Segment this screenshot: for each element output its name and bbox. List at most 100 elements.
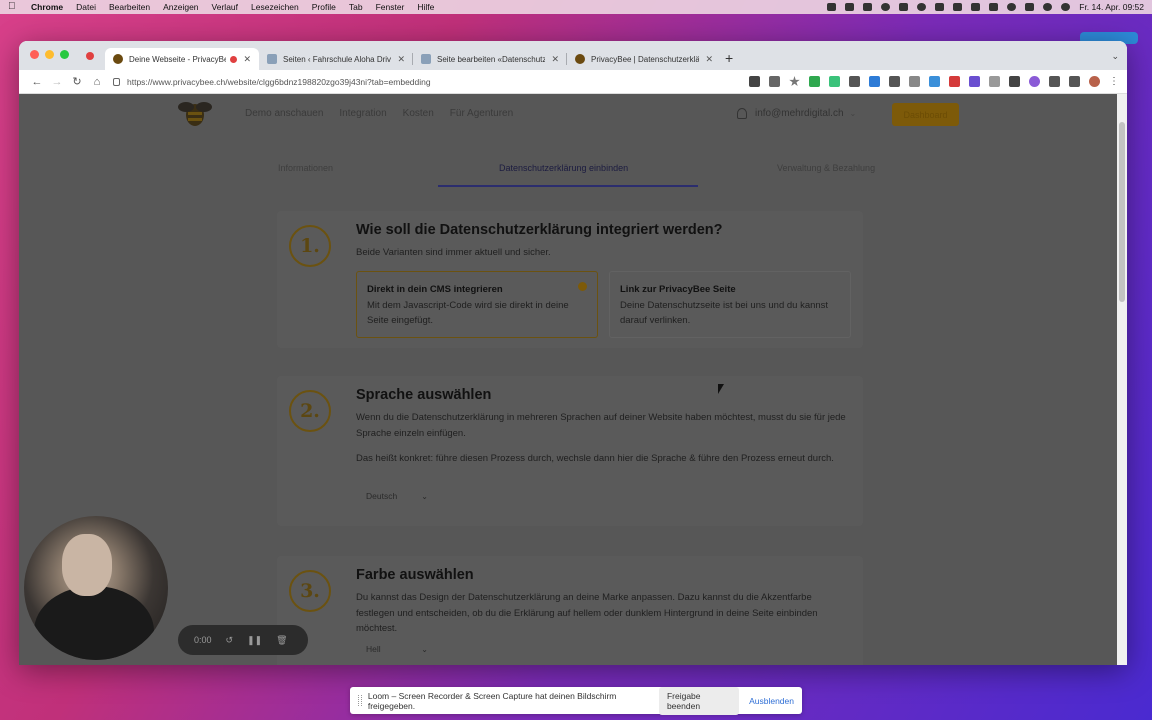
new-tab-button[interactable]: + bbox=[725, 50, 733, 66]
language-select[interactable]: Deutsch ⌄ bbox=[356, 486, 436, 506]
dark-extension-icon[interactable] bbox=[1009, 76, 1020, 87]
hide-banner-button[interactable]: Ausblenden bbox=[749, 696, 794, 706]
tab-seite-bearbeiten[interactable]: Seite bearbeiten «Datenschutzerk ✕ bbox=[413, 48, 567, 70]
close-tab-icon[interactable]: ✕ bbox=[397, 54, 405, 65]
drive-extension-icon[interactable] bbox=[809, 76, 820, 87]
tab-privacybee-datenschutz[interactable]: PrivacyBee | Datenschutzerklärung ✕ bbox=[567, 48, 721, 70]
active-tab-indicator bbox=[438, 185, 698, 187]
share-icon[interactable] bbox=[769, 76, 780, 87]
mouse-cursor-icon bbox=[718, 384, 724, 394]
siri-icon[interactable] bbox=[1061, 3, 1071, 11]
tab-search-chevron-icon[interactable]: ⌄ bbox=[1111, 51, 1119, 62]
back-button[interactable]: ← bbox=[27, 76, 47, 88]
url-text[interactable]: https://www.privacybee.ch/website/clgg6b… bbox=[127, 77, 431, 87]
menu-hilfe[interactable]: Hilfe bbox=[417, 2, 434, 12]
status-icons: Fr. 14. Apr. 09:52 bbox=[827, 2, 1144, 12]
ruler-extension-icon[interactable] bbox=[889, 76, 900, 87]
control-center-icon[interactable] bbox=[1025, 3, 1035, 11]
drag-handle-icon[interactable] bbox=[358, 695, 362, 706]
camera-extension-icon[interactable] bbox=[749, 76, 760, 87]
pause-icon[interactable]: ❚❚ bbox=[247, 635, 262, 646]
step-number-badge: 1. bbox=[289, 225, 331, 267]
close-tab-icon[interactable]: ✕ bbox=[705, 54, 713, 65]
location-icon[interactable] bbox=[899, 3, 909, 11]
apple-icon[interactable]:  bbox=[8, 2, 17, 12]
chevron-down-icon: ⌄ bbox=[421, 491, 428, 501]
microphone-icon[interactable] bbox=[827, 3, 837, 11]
bluetooth-icon[interactable] bbox=[971, 3, 981, 11]
menu-fenster[interactable]: Fenster bbox=[376, 2, 405, 12]
user-menu[interactable]: info@mehrdigital.ch ⌄ bbox=[737, 108, 856, 119]
menu-app-name[interactable]: Chrome bbox=[31, 2, 63, 12]
volume-icon[interactable] bbox=[953, 3, 963, 11]
sidebar-icon[interactable] bbox=[1069, 76, 1080, 87]
puzzle-extensions-icon[interactable] bbox=[1049, 76, 1060, 87]
image-extension-icon[interactable] bbox=[989, 76, 1000, 87]
display-icon[interactable] bbox=[935, 3, 945, 11]
search-icon[interactable] bbox=[1043, 3, 1053, 11]
bookmark-star-icon[interactable] bbox=[789, 76, 800, 87]
stop-sharing-button[interactable]: Freigabe beenden bbox=[658, 686, 740, 715]
gear-icon[interactable] bbox=[881, 3, 891, 11]
loom-webcam-bubble[interactable] bbox=[24, 516, 168, 660]
dashboard-button[interactable]: Dashboard bbox=[892, 103, 959, 126]
option-link[interactable]: Link zur PrivacyBee Seite Deine Datensch… bbox=[609, 271, 851, 338]
nav-agenturen[interactable]: Für Agenturen bbox=[450, 108, 513, 119]
purple-extension-icon[interactable] bbox=[969, 76, 980, 87]
profile-avatar[interactable] bbox=[1089, 76, 1100, 87]
nav-integration[interactable]: Integration bbox=[339, 108, 386, 119]
main-nav: Demo anschauen Integration Kosten Für Ag… bbox=[245, 108, 513, 119]
forward-button[interactable]: → bbox=[47, 76, 67, 88]
step-text: Du kannst das Design der Datenschutzerkl… bbox=[356, 592, 818, 634]
reload-button[interactable]: ↻ bbox=[67, 75, 87, 88]
download-extension-icon[interactable] bbox=[869, 76, 880, 87]
eyedropper-extension-icon[interactable] bbox=[849, 76, 860, 87]
loom-extension-icon[interactable] bbox=[1029, 76, 1040, 87]
privacybee-logo-icon[interactable] bbox=[177, 98, 213, 128]
blue-extension-icon[interactable] bbox=[929, 76, 940, 87]
home-button[interactable]: ⌂ bbox=[87, 76, 107, 88]
menu-tab[interactable]: Tab bbox=[349, 2, 363, 12]
menubar-datetime[interactable]: Fr. 14. Apr. 09:52 bbox=[1079, 2, 1144, 12]
camera-icon[interactable] bbox=[863, 3, 873, 11]
nav-kosten[interactable]: Kosten bbox=[403, 108, 434, 119]
trash-icon[interactable]: 🗑 bbox=[276, 635, 287, 646]
option-cms[interactable]: Direkt in dein CMS integrieren Mit dem J… bbox=[356, 271, 598, 338]
close-window-button[interactable] bbox=[30, 50, 39, 59]
scrollbar-thumb[interactable] bbox=[1119, 122, 1125, 302]
maximize-window-button[interactable] bbox=[60, 50, 69, 59]
privacybee-favicon-icon bbox=[575, 54, 585, 64]
user-email[interactable]: info@mehrdigital.ch bbox=[755, 108, 844, 119]
minimize-window-button[interactable] bbox=[45, 50, 54, 59]
tab-privacybee[interactable]: Deine Webseite - PrivacyBee ✕ bbox=[105, 48, 259, 70]
restart-icon[interactable]: ↺ bbox=[226, 635, 234, 646]
menu-datei[interactable]: Datei bbox=[76, 2, 96, 12]
menu-lesezeichen[interactable]: Lesezeichen bbox=[251, 2, 299, 12]
window-controls bbox=[30, 50, 69, 59]
menu-bearbeiten[interactable]: Bearbeiten bbox=[109, 2, 150, 12]
kebab-menu-icon[interactable]: ⋮ bbox=[1109, 76, 1119, 87]
menu-anzeigen[interactable]: Anzeigen bbox=[163, 2, 198, 12]
tab-seiten[interactable]: Seiten ‹ Fahrschule Aloha Drive ✕ bbox=[259, 48, 413, 70]
extension-icons: ⋮ bbox=[749, 76, 1119, 87]
close-tab-icon[interactable]: ✕ bbox=[551, 54, 559, 65]
green-extension-icon[interactable] bbox=[829, 76, 840, 87]
wifi-icon[interactable] bbox=[917, 3, 927, 11]
s-app-icon[interactable] bbox=[845, 3, 855, 11]
tab-informationen[interactable]: Informationen bbox=[278, 163, 333, 173]
battery-icon[interactable] bbox=[989, 3, 999, 11]
address-bar[interactable]: https://www.privacybee.ch/website/clgg6b… bbox=[113, 72, 743, 91]
lock-icon[interactable] bbox=[113, 77, 120, 86]
code-extension-icon[interactable] bbox=[909, 76, 920, 87]
tab-verwaltung[interactable]: Verwaltung & Bezahlung bbox=[777, 163, 875, 173]
close-tab-icon[interactable]: ✕ bbox=[243, 54, 251, 65]
chevron-down-icon[interactable]: ⌄ bbox=[850, 109, 857, 118]
menu-verlauf[interactable]: Verlauf bbox=[212, 2, 238, 12]
tools-extension-icon[interactable] bbox=[949, 76, 960, 87]
page-scrollbar[interactable] bbox=[1117, 94, 1127, 665]
color-mode-select[interactable]: Hell ⌄ bbox=[356, 639, 436, 659]
tab-einbinden[interactable]: Datenschutzerklärung einbinden bbox=[499, 163, 628, 173]
menu-profile[interactable]: Profile bbox=[312, 2, 336, 12]
nav-demo[interactable]: Demo anschauen bbox=[245, 108, 323, 119]
wifi-status-icon[interactable] bbox=[1007, 3, 1017, 11]
